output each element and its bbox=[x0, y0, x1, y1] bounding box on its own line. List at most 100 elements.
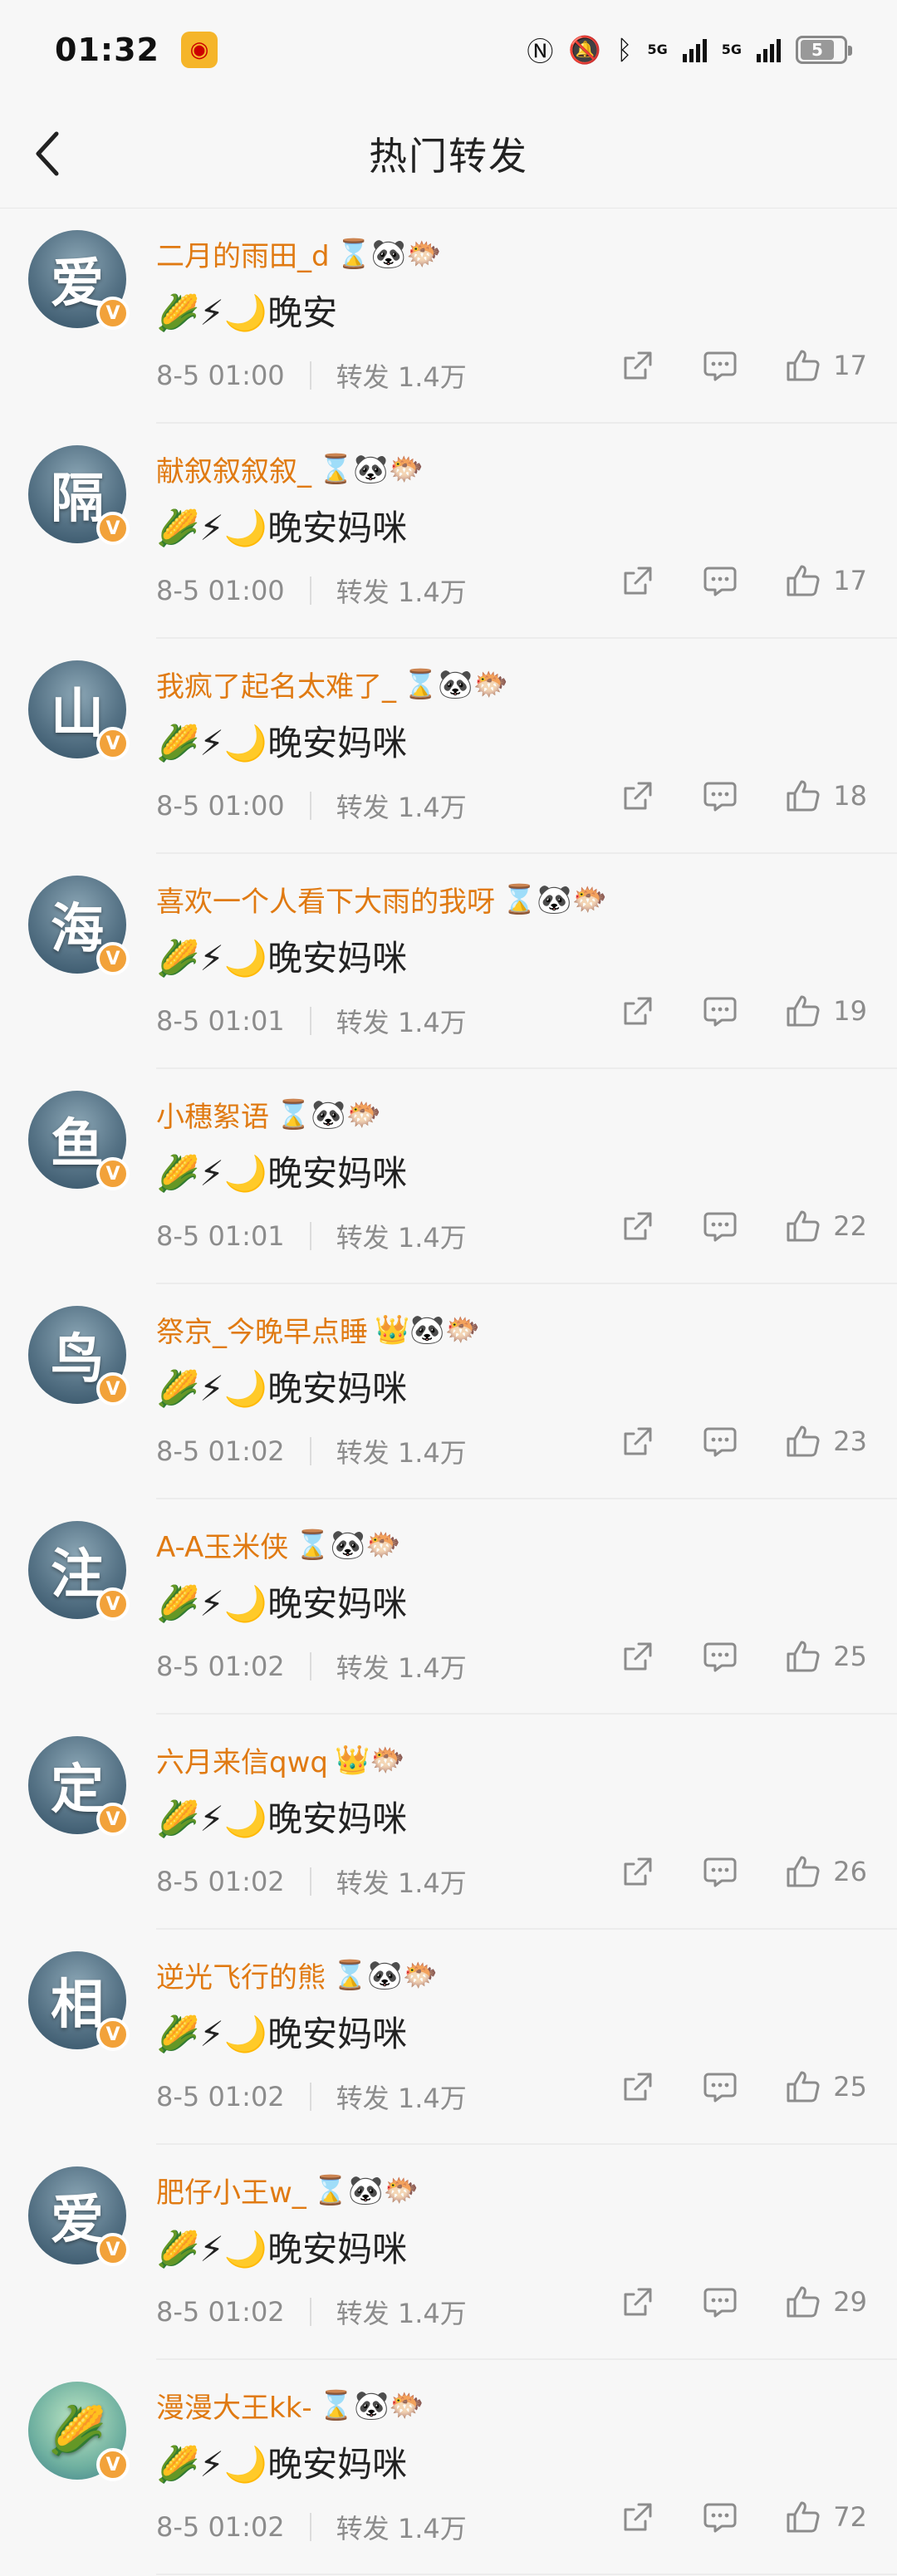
avatar[interactable]: 山 V bbox=[28, 660, 130, 760]
username[interactable]: 漫漫大王kk- bbox=[156, 2385, 312, 2426]
share-button[interactable] bbox=[620, 563, 655, 598]
meta-divider bbox=[309, 577, 311, 605]
username[interactable]: 肥仔小王w_ bbox=[156, 2170, 306, 2210]
share-button[interactable] bbox=[620, 2500, 655, 2534]
username[interactable]: 逆光飞行的熊 bbox=[156, 1955, 326, 1995]
repost-item[interactable]: 相 V 逆光飞行的熊 ⌛🐼🐡 🌽⚡🌙晚安妈咪 8-5 01:02 转发 1.4万… bbox=[0, 1930, 897, 2145]
like-button[interactable]: 23 bbox=[785, 1424, 867, 1459]
like-button[interactable]: 25 bbox=[785, 2069, 867, 2104]
share-button[interactable] bbox=[620, 1639, 655, 1674]
comment-button[interactable] bbox=[702, 348, 738, 383]
like-count: 19 bbox=[833, 995, 867, 1027]
comment-button[interactable] bbox=[702, 994, 738, 1028]
repost-meta: 8-5 01:02 转发 1.4万 bbox=[156, 2293, 467, 2331]
like-button[interactable]: 26 bbox=[785, 1854, 867, 1889]
like-button[interactable]: 18 bbox=[785, 778, 867, 813]
repost-item[interactable]: 鱼 V 小穗絮语 ⌛🐼🐡 🌽⚡🌙晚安妈咪 8-5 01:01 转发 1.4万 2… bbox=[0, 1069, 897, 1284]
comment-icon bbox=[703, 567, 737, 596]
like-button[interactable]: 17 bbox=[785, 563, 867, 598]
comment-button[interactable] bbox=[702, 563, 738, 598]
username-row: 逆光飞行的熊 ⌛🐼🐡 bbox=[156, 1955, 438, 1995]
share-button[interactable] bbox=[620, 1424, 655, 1459]
share-button[interactable] bbox=[620, 1854, 655, 1889]
repost-count: 转发 1.4万 bbox=[336, 1007, 467, 1038]
like-count: 29 bbox=[833, 2286, 867, 2318]
verified-badge-icon: V bbox=[96, 1587, 130, 1621]
avatar[interactable]: 海 V bbox=[28, 876, 130, 975]
share-button[interactable] bbox=[620, 778, 655, 813]
comment-button[interactable] bbox=[702, 2500, 738, 2534]
username-row: 献叙叙叙叙_ ⌛🐼🐡 bbox=[156, 449, 424, 489]
repost-item[interactable]: 海 V 喜欢一个人看下大雨的我呀 ⌛🐼🐡 🌽⚡🌙晚安妈咪 8-5 01:01 转… bbox=[0, 854, 897, 1069]
share-button[interactable] bbox=[620, 2069, 655, 2104]
avatar[interactable]: 鸟 V bbox=[28, 1306, 130, 1406]
repost-count: 转发 1.4万 bbox=[336, 1652, 467, 1684]
username[interactable]: A-A玉米侠 bbox=[156, 1524, 288, 1565]
username[interactable]: 祭京_今晚早点睡 bbox=[156, 1309, 368, 1350]
thumbs-up-icon bbox=[787, 2071, 820, 2103]
comment-icon bbox=[703, 351, 737, 381]
avatar[interactable]: 相 V bbox=[28, 1951, 130, 2051]
avatar[interactable]: 隔 V bbox=[28, 445, 130, 545]
repost-item[interactable]: 🌽 V 漫漫大王kk- ⌛🐼🐡 🌽⚡🌙晚安妈咪 8-5 01:02 转发 1.4… bbox=[0, 2360, 897, 2575]
like-button[interactable]: 72 bbox=[785, 2500, 867, 2534]
share-button[interactable] bbox=[620, 994, 655, 1028]
like-count: 72 bbox=[833, 2501, 867, 2533]
like-button[interactable]: 19 bbox=[785, 994, 867, 1028]
avatar[interactable]: 鱼 V bbox=[28, 1091, 130, 1190]
comment-button[interactable] bbox=[702, 1639, 738, 1674]
share-button[interactable] bbox=[620, 1209, 655, 1244]
comment-button[interactable] bbox=[702, 778, 738, 813]
repost-item[interactable]: 鸟 V 祭京_今晚早点睡 👑🐼🐡 🌽⚡🌙晚安妈咪 8-5 01:02 转发 1.… bbox=[0, 1284, 897, 1499]
user-badges: ⌛🐼🐡 bbox=[276, 1097, 382, 1131]
username[interactable]: 二月的雨田_d bbox=[156, 233, 330, 274]
comment-button[interactable] bbox=[702, 2284, 738, 2319]
username-row: 祭京_今晚早点睡 👑🐼🐡 bbox=[156, 1309, 480, 1350]
like-button[interactable]: 29 bbox=[785, 2284, 867, 2319]
username[interactable]: 六月来信qwq bbox=[156, 1739, 328, 1780]
username[interactable]: 献叙叙叙叙_ bbox=[156, 449, 311, 489]
username[interactable]: 我疯了起名太难了_ bbox=[156, 664, 396, 704]
battery-icon: 5 bbox=[796, 36, 852, 64]
user-badges: 👑🐼🐡 bbox=[375, 1313, 481, 1347]
like-count: 22 bbox=[833, 1210, 867, 1242]
chevron-left-icon bbox=[36, 131, 59, 176]
avatar[interactable]: 爱 V bbox=[28, 2166, 130, 2266]
like-count: 18 bbox=[833, 780, 867, 812]
back-button[interactable] bbox=[23, 129, 73, 179]
comment-icon bbox=[703, 1857, 737, 1887]
avatar[interactable]: 🌽 V bbox=[28, 2382, 130, 2481]
comment-button[interactable] bbox=[702, 1424, 738, 1459]
avatar[interactable]: 注 V bbox=[28, 1521, 130, 1621]
like-button[interactable]: 17 bbox=[785, 348, 867, 383]
avatar-char: 隔 bbox=[51, 468, 104, 530]
like-button[interactable]: 22 bbox=[785, 1209, 867, 1244]
repost-count: 转发 1.4万 bbox=[336, 792, 467, 823]
repost-count: 转发 1.4万 bbox=[336, 577, 467, 608]
comment-button[interactable] bbox=[702, 1209, 738, 1244]
meta-divider bbox=[309, 1437, 311, 1465]
like-count: 26 bbox=[833, 1856, 867, 1887]
like-button[interactable]: 25 bbox=[785, 1639, 867, 1674]
verified-badge-icon: V bbox=[96, 1803, 130, 1836]
status-right: Ⓝ 🔕 ᛒ 5G 5G 5 bbox=[527, 31, 852, 69]
meta-divider bbox=[309, 1007, 311, 1035]
username[interactable]: 喜欢一个人看下大雨的我呀 bbox=[156, 879, 495, 920]
comment-button[interactable] bbox=[702, 1854, 738, 1889]
avatar[interactable]: 爱 V bbox=[28, 230, 130, 330]
username[interactable]: 小穗絮语 bbox=[156, 1094, 269, 1135]
repost-item[interactable]: 山 V 我疯了起名太难了_ ⌛🐼🐡 🌽⚡🌙晚安妈咪 8-5 01:00 转发 1… bbox=[0, 639, 897, 854]
avatar-char: 鸟 bbox=[51, 1328, 104, 1391]
action-bar: 17 bbox=[620, 348, 867, 383]
repost-item[interactable]: 定 V 六月来信qwq 👑🐡 🌽⚡🌙晚安妈咪 8-5 01:02 转发 1.4万… bbox=[0, 1715, 897, 1930]
mute-icon: 🔕 bbox=[568, 34, 602, 66]
share-button[interactable] bbox=[620, 348, 655, 383]
repost-item[interactable]: 注 V A-A玉米侠 ⌛🐼🐡 🌽⚡🌙晚安妈咪 8-5 01:02 转发 1.4万… bbox=[0, 1499, 897, 1715]
comment-icon bbox=[703, 2288, 737, 2318]
repost-item[interactable]: 爱 V 二月的雨田_d ⌛🐼🐡 🌽⚡🌙晚安 8-5 01:00 转发 1.4万 … bbox=[0, 209, 897, 424]
share-button[interactable] bbox=[620, 2284, 655, 2319]
avatar[interactable]: 定 V bbox=[28, 1736, 130, 1836]
comment-button[interactable] bbox=[702, 2069, 738, 2104]
repost-item[interactable]: 隔 V 献叙叙叙叙_ ⌛🐼🐡 🌽⚡🌙晚安妈咪 8-5 01:00 转发 1.4万… bbox=[0, 424, 897, 639]
repost-item[interactable]: 爱 V 肥仔小王w_ ⌛🐼🐡 🌽⚡🌙晚安妈咪 8-5 01:02 转发 1.4万… bbox=[0, 2145, 897, 2360]
